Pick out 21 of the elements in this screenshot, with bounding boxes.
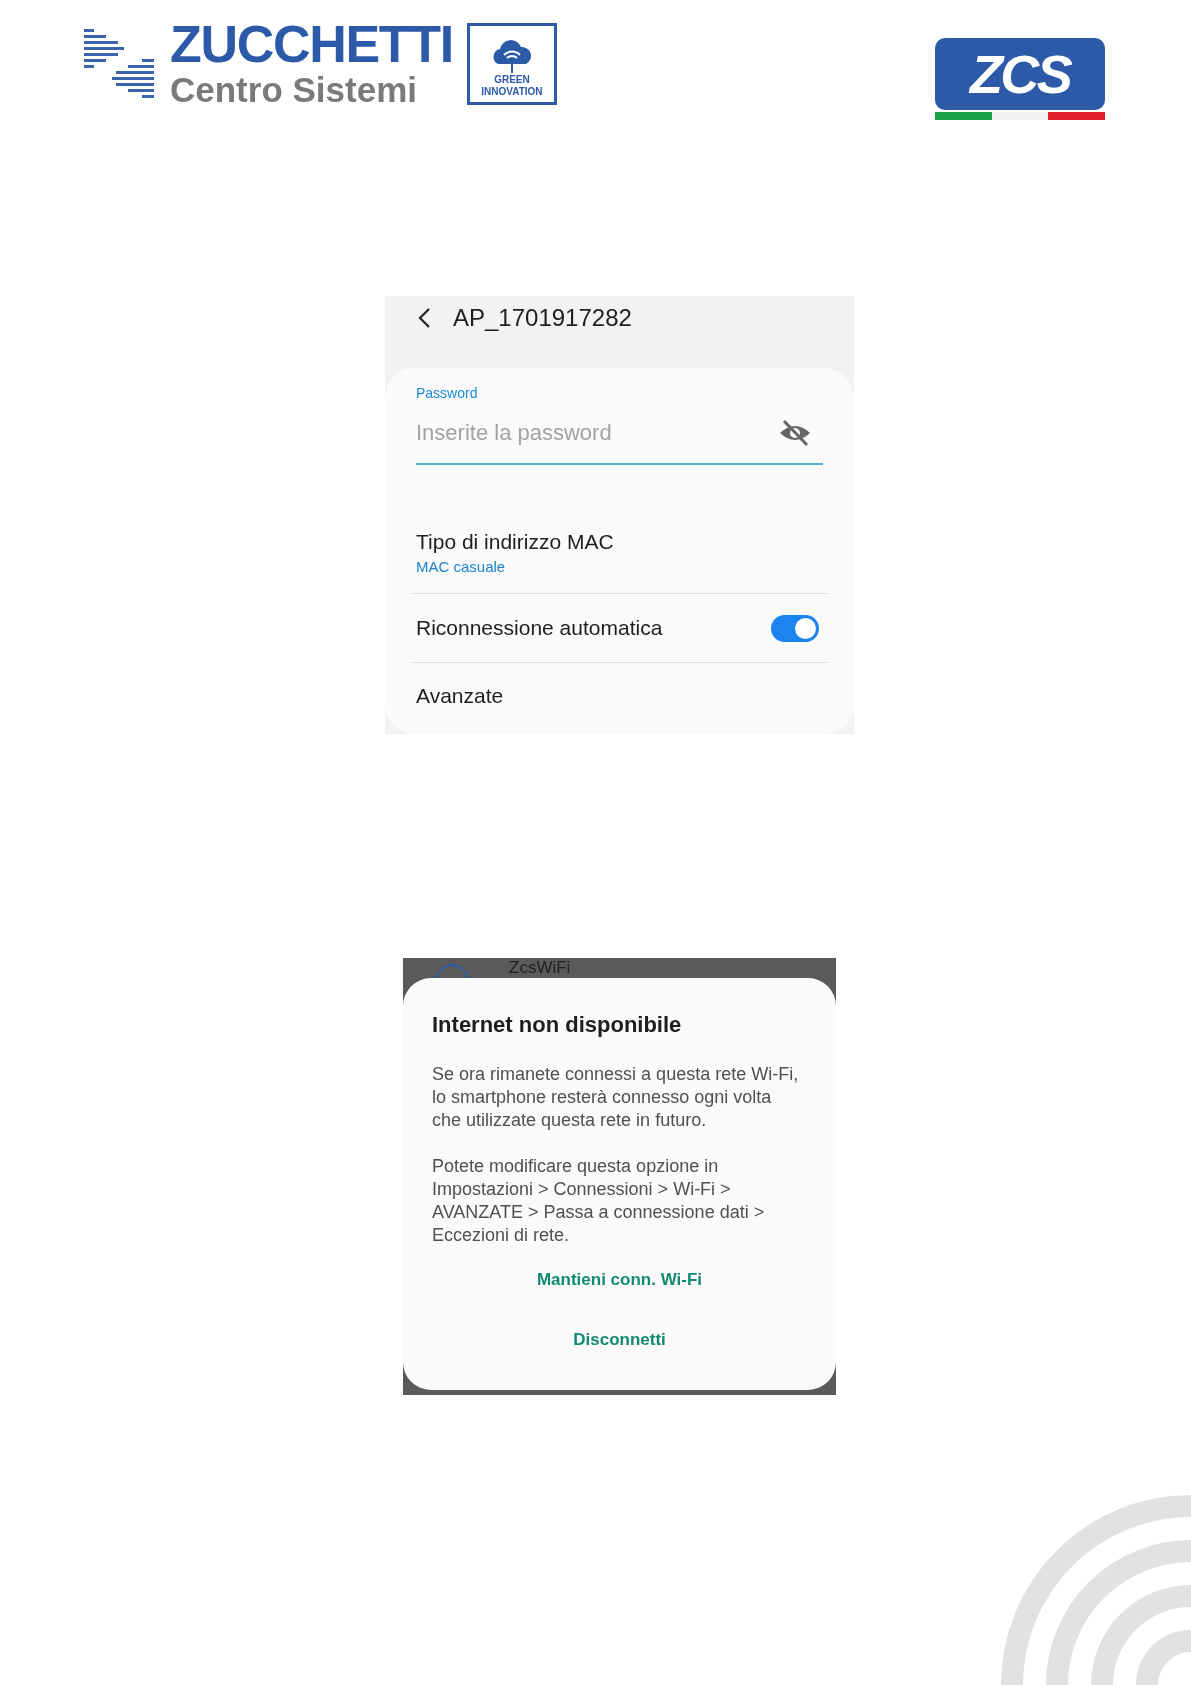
dialog-button[interactable]: Disconnetti bbox=[565, 1324, 674, 1354]
dialog-button[interactable]: Mantieni conn. Wi-Fi bbox=[528, 1265, 711, 1295]
network-name: ZcsWiFi bbox=[509, 958, 571, 978]
password-field[interactable]: Password Inserite la password bbox=[416, 384, 823, 465]
setting-label[interactable]: Avanzate bbox=[416, 680, 504, 712]
brand-subname: Centro Sistemi bbox=[170, 70, 418, 110]
back-icon[interactable] bbox=[417, 307, 431, 329]
toggle-switch[interactable] bbox=[771, 614, 819, 642]
dialog-title: Internet non disponibile bbox=[432, 1011, 683, 1039]
field-label: Password bbox=[416, 384, 479, 402]
brand-name: ZUCCHETTI bbox=[170, 18, 453, 70]
badge-text: INNOVATION bbox=[481, 86, 543, 98]
badge-text: GREEN bbox=[494, 74, 530, 86]
dialog-message: Potete modificare questa opzione in Impostazioni > Connessioni > Wi-Fi > AVANZATE > Passa a connessione dati > Eccezioni di rete. bbox=[432, 1155, 766, 1247]
setting-label[interactable]: Tipo di indirizzo MAC bbox=[416, 527, 823, 557]
network-title: AP_1701917282 bbox=[453, 303, 632, 333]
setting-value: MAC casuale bbox=[416, 557, 507, 577]
password-input[interactable]: Inserite la password bbox=[416, 416, 736, 449]
logo-text: ZCS bbox=[970, 42, 1070, 106]
setting-label: Riconnessione automatica bbox=[416, 615, 663, 642]
dialog-message: Se ora rimanete connessi a questa rete Wi-Fi, lo smartphone resterà connesso ogni volta che utilizzate questa rete in futuro. bbox=[432, 1063, 800, 1132]
